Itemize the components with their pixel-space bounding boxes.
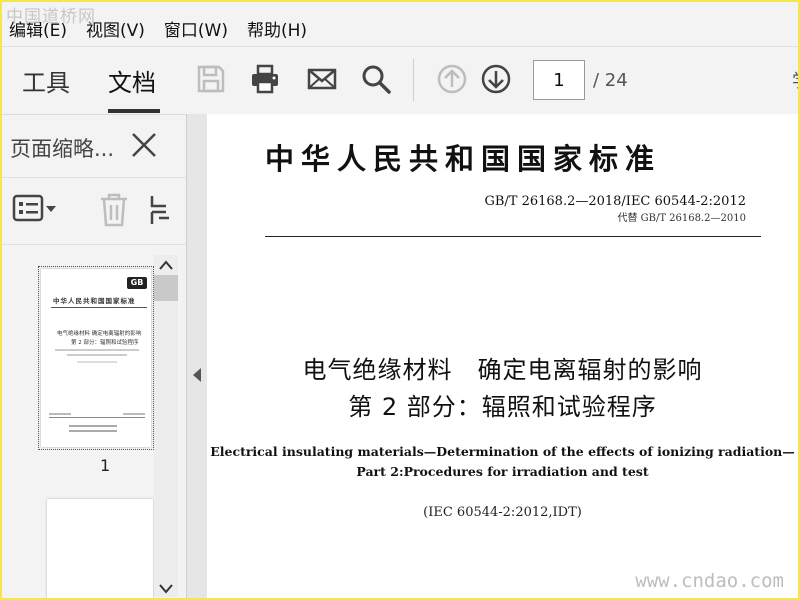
watermark-bottom: www.cndao.com [635, 570, 784, 592]
collapse-arrow-icon[interactable] [193, 368, 201, 382]
gb-logo: GB [127, 277, 147, 289]
chinese-title-line-1: 电气绝缘材料 确定电离辐射的影响 [302, 356, 703, 384]
watermark-top: 中国道桥网 [6, 7, 96, 27]
toolbar-separator [413, 59, 414, 101]
thumbnail-cn-title: 电气绝缘材料 确定电离辐射的影响 [57, 331, 142, 337]
trash-icon[interactable] [98, 192, 130, 228]
page-extract-icon[interactable] [148, 192, 170, 228]
thumbnail-issuer-line [69, 430, 117, 432]
close-icon[interactable] [128, 129, 160, 161]
panel-title: 页面缩略... [10, 137, 115, 161]
iec-equivalence: (IEC 60544-2:2012,IDT) [423, 505, 582, 520]
standard-number: GB/T 26168.2—2018/IEC 60544-2:2012 [484, 194, 746, 209]
active-tab-indicator [108, 109, 160, 113]
thumbnail-en-line [67, 354, 127, 356]
menu-help[interactable]: 帮助(H) [247, 14, 307, 43]
previous-page-button[interactable] [433, 59, 471, 99]
printer-icon [252, 64, 278, 94]
panel-toolbar [2, 177, 186, 245]
standard-title: 中华人民共和国国家标准 [265, 142, 662, 176]
page-number-input[interactable] [533, 60, 585, 100]
save-icon [197, 65, 225, 93]
menu-bar: 编辑(E) 视图(V) 窗口(W) 帮助(H) [2, 12, 798, 44]
tab-document[interactable]: 文档 [108, 63, 156, 98]
toolbar: 工具 文档 1 / 24 [2, 46, 798, 115]
envelope-icon [307, 68, 337, 90]
next-page-button[interactable] [477, 59, 515, 99]
search-icon [362, 65, 391, 94]
page-total: / 24 [593, 70, 628, 91]
english-title-line-2: Part 2:Procedures for irradiation and te… [356, 464, 649, 479]
chevron-down-icon[interactable] [158, 583, 174, 595]
menu-window[interactable]: 窗口(W) [164, 14, 228, 43]
arrow-down-circle-icon [481, 64, 511, 94]
thumbnail-en-line [55, 349, 139, 351]
document-page: 中华人民共和国国家标准 GB/T 26168.2—2018/IEC 60544-… [207, 114, 798, 598]
app-window: 中国道桥网 编辑(E) 视图(V) 窗口(W) 帮助(H) 工具 文档 1 / … [0, 0, 800, 600]
thumbnail-footer-rule [49, 417, 145, 418]
thumbnail-part: 第 2 部分：辐照和试验程序 [71, 340, 139, 346]
thumbnail-issuer-line [69, 425, 117, 427]
thumbnail-page-number: 1 [100, 456, 111, 475]
thumbnail-rule [51, 307, 147, 308]
thumbnail-title: 中华人民共和国国家标准 [53, 297, 136, 305]
panel-splitter[interactable] [186, 114, 208, 598]
search-button[interactable] [357, 59, 395, 99]
thumbnail-date-right [123, 413, 145, 415]
thumbnail-options-icon[interactable] [12, 192, 58, 226]
toolbar-overflow-glyph: 学 [792, 67, 798, 93]
chinese-title-line-2: 第 2 部分：辐照和试验程序 [348, 393, 657, 421]
email-button[interactable] [303, 59, 341, 99]
thumbnail-scrollbar[interactable] [154, 255, 178, 597]
page-thumbnail-2[interactable] [47, 499, 153, 598]
english-title-line-1: Electrical insulating materials—Determin… [210, 444, 795, 459]
thumbnail-iec-line [77, 361, 117, 363]
thumbnail-date-left [49, 413, 71, 415]
page-thumbnail-1[interactable]: GB 中华人民共和国国家标准 电气绝缘材料 确定电离辐射的影响 第 2 部分：辐… [38, 266, 154, 450]
save-button[interactable] [192, 59, 230, 99]
scrollbar-thumb[interactable] [154, 275, 178, 301]
chevron-up-icon[interactable] [158, 259, 174, 271]
page-thumbnails-panel: 页面缩略... GB 中华人民共和国国家标准 电气绝缘材料 确定电离辐射的影响 … [2, 114, 186, 598]
tab-tools[interactable]: 工具 [22, 63, 70, 98]
replaces-standard: 代替 GB/T 26168.2—2010 [617, 213, 746, 224]
arrow-up-circle-icon [437, 64, 467, 94]
header-rule [265, 236, 761, 237]
print-button[interactable] [246, 59, 284, 99]
